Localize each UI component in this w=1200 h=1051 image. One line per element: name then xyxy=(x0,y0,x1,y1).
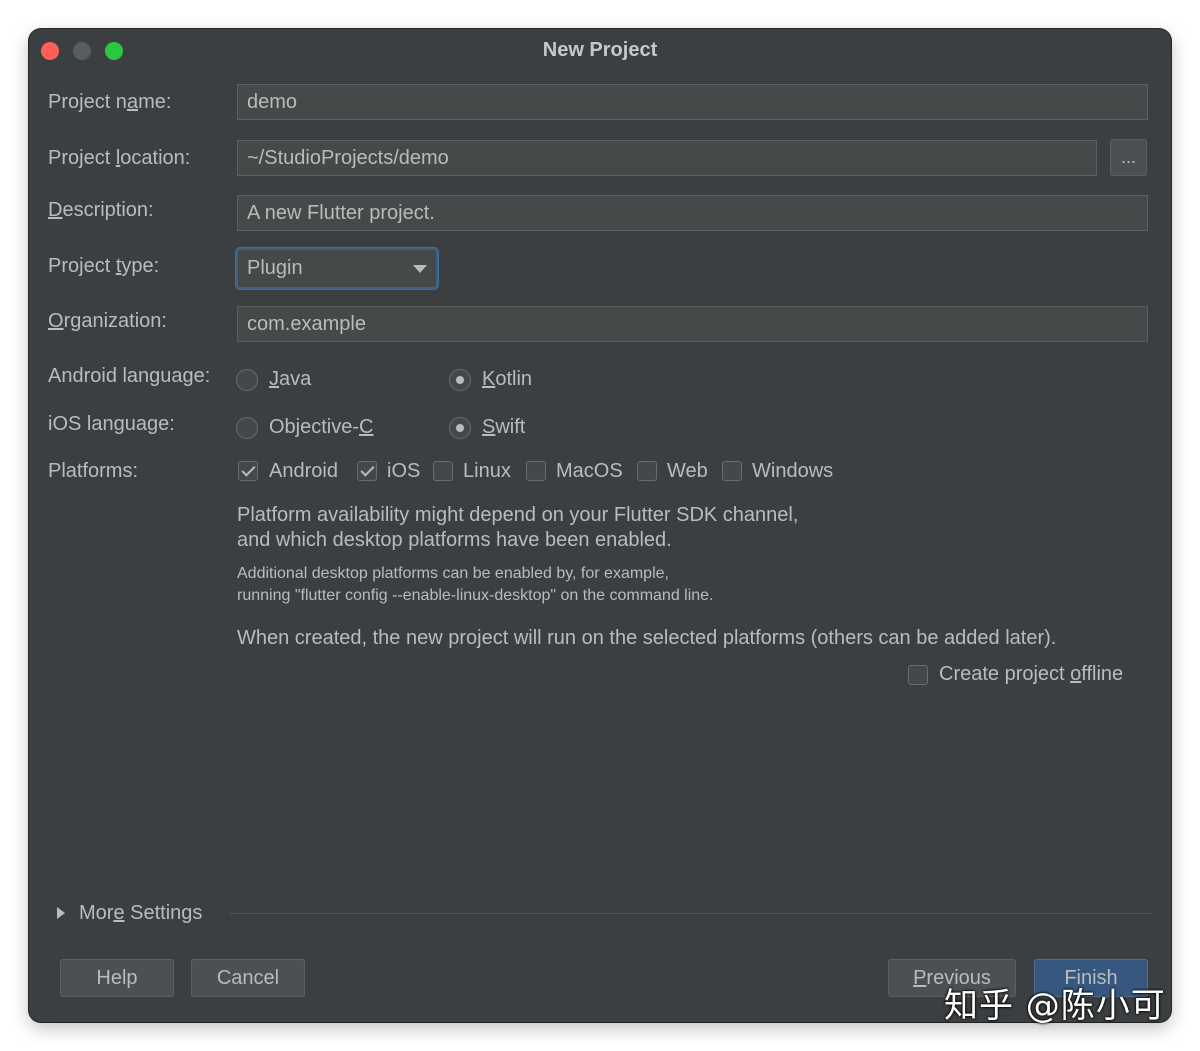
window-title: New Project xyxy=(542,39,658,61)
project-type-label: Project type: xyxy=(48,255,160,277)
platform-note-line-2: and which desktop platforms have been en… xyxy=(237,529,672,551)
cancel-button[interactable]: Cancel xyxy=(191,959,305,997)
ios-language-label: iOS language: xyxy=(48,413,175,435)
browse-location-button[interactable]: ... xyxy=(1110,139,1147,176)
platform-web-label[interactable]: Web xyxy=(667,460,708,483)
platform-android-checkbox[interactable] xyxy=(238,461,258,481)
organization-label: Organization: xyxy=(48,310,167,332)
organization-input[interactable]: com.example xyxy=(237,306,1148,342)
objective-c-radio[interactable] xyxy=(236,417,258,439)
new-project-dialog: New Project Project name: demo Project l… xyxy=(29,29,1171,1022)
project-location-input[interactable]: ~/StudioProjects/demo xyxy=(237,140,1097,176)
platform-windows-label[interactable]: Windows xyxy=(752,460,833,483)
objective-c-radio-label[interactable]: Objective-C xyxy=(269,416,373,439)
platform-ios-checkbox[interactable] xyxy=(357,461,377,481)
java-radio-label[interactable]: Java xyxy=(269,368,311,391)
more-settings-toggle[interactable]: More Settings xyxy=(79,902,202,925)
java-radio[interactable] xyxy=(236,369,258,391)
android-language-label: Android language: xyxy=(48,365,211,387)
more-settings-divider xyxy=(230,913,1153,914)
created-project-note: When created, the new project will run o… xyxy=(237,627,1057,649)
kotlin-radio[interactable] xyxy=(449,369,471,391)
platform-windows-checkbox[interactable] xyxy=(722,461,742,481)
platforms-label: Platforms: xyxy=(48,460,139,482)
create-offline-label[interactable]: Create project offline xyxy=(939,663,1123,686)
swift-radio[interactable] xyxy=(449,417,471,439)
platform-macos-checkbox[interactable] xyxy=(526,461,546,481)
platform-ios-label[interactable]: iOS xyxy=(387,460,420,483)
platform-macos-label[interactable]: MacOS xyxy=(556,460,623,483)
description-input[interactable]: A new Flutter project. xyxy=(237,195,1148,231)
project-type-value: Plugin xyxy=(247,257,303,279)
swift-radio-label[interactable]: Swift xyxy=(482,416,525,439)
project-location-label: Project location: xyxy=(48,147,191,169)
platform-note-line-1: Platform availability might depend on yo… xyxy=(237,504,799,526)
title-bar: New Project xyxy=(29,29,1171,73)
project-name-input[interactable]: demo xyxy=(237,84,1148,120)
desktop-platforms-note: Additional desktop platforms can be enab… xyxy=(237,563,714,607)
desktop-note-line-1: Additional desktop platforms can be enab… xyxy=(237,565,669,582)
description-label: Description: xyxy=(48,199,154,221)
watermark: 知乎 @陈小可 xyxy=(944,986,1166,1026)
help-button[interactable]: Help xyxy=(60,959,174,997)
platform-android-label[interactable]: Android xyxy=(269,460,338,483)
desktop-note-line-2: running "flutter config --enable-linux-d… xyxy=(237,587,714,604)
platform-web-checkbox[interactable] xyxy=(637,461,657,481)
create-offline-checkbox[interactable] xyxy=(908,665,928,685)
expand-triangle-icon[interactable] xyxy=(57,907,65,919)
chevron-down-icon xyxy=(413,265,427,273)
kotlin-radio-label[interactable]: Kotlin xyxy=(482,368,532,391)
platform-linux-checkbox[interactable] xyxy=(433,461,453,481)
project-name-label: Project name: xyxy=(48,91,172,113)
platform-availability-note: Platform availability might depend on yo… xyxy=(237,503,798,553)
platform-linux-label[interactable]: Linux xyxy=(463,460,511,483)
project-type-select[interactable]: Plugin xyxy=(236,248,438,289)
